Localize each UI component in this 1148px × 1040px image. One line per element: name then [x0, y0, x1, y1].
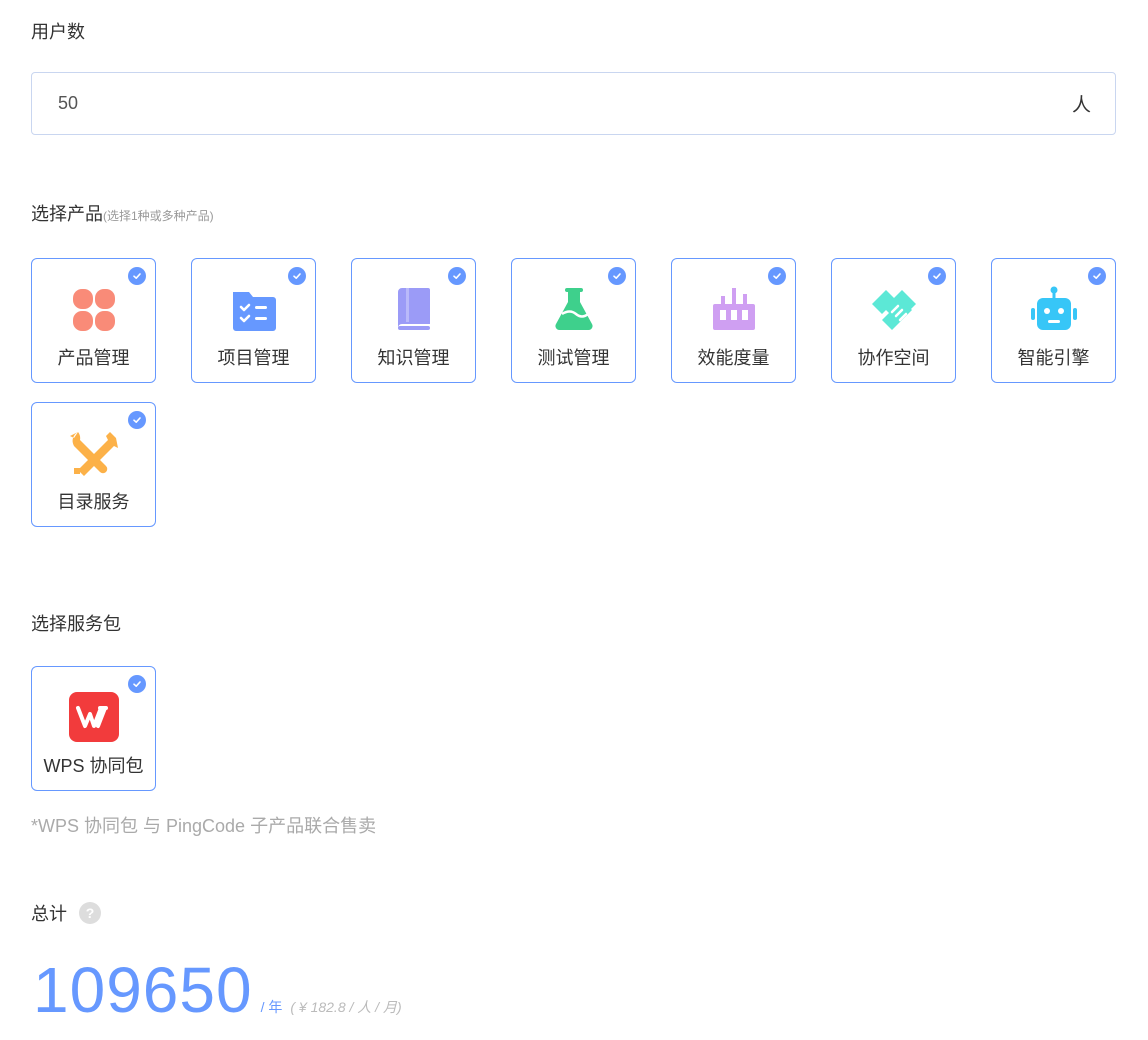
users-label: 用户数 [31, 22, 85, 42]
product-name: 智能引擎 [1017, 348, 1090, 368]
product-card-smart-engine[interactable]: 智能引擎 [991, 258, 1116, 383]
product-card-efficiency-metrics[interactable]: 效能度量 [671, 258, 796, 383]
check-icon [1088, 267, 1106, 285]
metrics-icon [710, 286, 758, 334]
check-icon [128, 675, 146, 693]
total-per-year: / 年 [260, 999, 283, 1015]
user-count-unit: 人 [1071, 95, 1091, 116]
robot-icon [1030, 286, 1078, 334]
package-name: WPS 协同包 [43, 756, 144, 776]
help-icon[interactable]: ? [79, 902, 101, 924]
handshake-icon [870, 286, 918, 334]
user-count-input[interactable]: 50 人 [31, 72, 1116, 135]
clover-icon [70, 286, 118, 334]
products-hint: (选择1种或多种产品) [103, 209, 214, 223]
packages-label: 选择服务包 [31, 614, 121, 634]
product-card-collaboration-space[interactable]: 协作空间 [831, 258, 956, 383]
product-name: 协作空间 [857, 348, 930, 368]
task-folder-icon [230, 286, 278, 334]
user-count-value[interactable]: 50 [58, 93, 78, 114]
total-per-user-month: ( ¥ 182.8 / 人 / 月) [290, 999, 402, 1015]
product-card-product-management[interactable]: 产品管理 [31, 258, 156, 383]
check-icon [448, 267, 466, 285]
wps-icon [68, 692, 119, 742]
products-label: 选择产品(选择1种或多种产品) [31, 200, 214, 226]
book-icon [390, 286, 438, 334]
check-icon [928, 267, 946, 285]
product-card-project-management[interactable]: 项目管理 [191, 258, 316, 383]
product-card-knowledge-management[interactable]: 知识管理 [351, 258, 476, 383]
flask-icon [550, 286, 598, 334]
product-name: 产品管理 [57, 348, 130, 368]
check-icon [608, 267, 626, 285]
check-icon [128, 267, 146, 285]
tools-icon [69, 430, 118, 478]
products-label-text: 选择产品 [31, 204, 103, 224]
product-name: 效能度量 [697, 348, 770, 368]
package-card-wps[interactable]: WPS 协同包 [31, 666, 156, 791]
total-price: 109650 / 年 ( ¥ 182.8 / 人 / 月) [33, 952, 402, 1028]
product-name: 测试管理 [537, 348, 610, 368]
product-name: 目录服务 [57, 492, 130, 512]
package-note: *WPS 协同包 与 PingCode 子产品联合售卖 [31, 816, 377, 836]
product-card-test-management[interactable]: 测试管理 [511, 258, 636, 383]
product-name: 知识管理 [377, 348, 450, 368]
total-label-text: 总计 [31, 904, 67, 924]
product-card-directory-service[interactable]: 目录服务 [31, 402, 156, 527]
total-label: 总计 ? [31, 900, 101, 926]
check-icon [768, 267, 786, 285]
check-icon [128, 411, 146, 429]
product-name: 项目管理 [217, 348, 290, 368]
check-icon [288, 267, 306, 285]
total-amount: 109650 [33, 954, 253, 1026]
